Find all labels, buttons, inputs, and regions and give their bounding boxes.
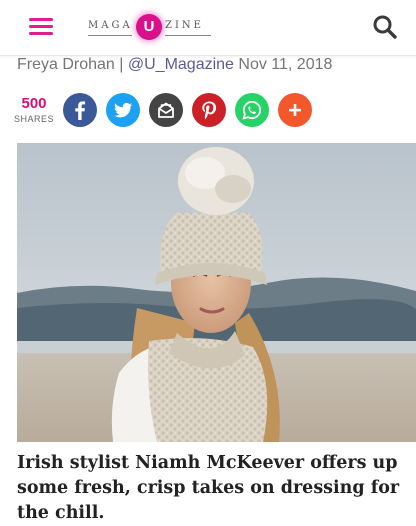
top-navigation-bar: MAGA U ZINE xyxy=(0,0,416,56)
pinterest-icon xyxy=(202,101,217,120)
whatsapp-icon xyxy=(242,100,262,120)
email-share-button[interactable] xyxy=(149,93,183,127)
logo-u-badge: U xyxy=(136,14,162,40)
whatsapp-share-button[interactable] xyxy=(235,93,269,127)
site-logo[interactable]: MAGA U ZINE xyxy=(88,13,212,41)
publish-date: Nov 11, 2018 xyxy=(238,56,333,73)
facebook-icon xyxy=(75,101,86,120)
article-hero-image xyxy=(17,143,416,442)
byline-separator: | xyxy=(114,56,128,73)
search-icon[interactable] xyxy=(372,14,398,40)
article-byline: Freya Drohan | @U_Magazine Nov 11, 2018 xyxy=(17,56,412,78)
share-counter: 500 SHARES xyxy=(12,95,56,124)
logo-text-left: MAGA xyxy=(88,20,133,31)
twitter-bird-icon xyxy=(114,102,132,118)
article-headline[interactable]: Irish stylist Niamh McKeever offers up s… xyxy=(17,451,413,526)
share-count: 500 xyxy=(21,95,47,112)
share-count-label: SHARES xyxy=(13,114,54,124)
author-name[interactable]: Freya Drohan xyxy=(17,56,115,73)
logo-text-right: ZINE xyxy=(165,20,204,31)
plus-icon xyxy=(289,104,301,116)
pinterest-share-button[interactable] xyxy=(192,93,226,127)
twitter-handle-link[interactable]: @U_Magazine xyxy=(128,56,234,73)
logo-rule-left xyxy=(88,35,132,36)
model-in-knit-hat-photo xyxy=(17,143,416,442)
menu-line xyxy=(29,32,53,35)
hamburger-menu-icon[interactable] xyxy=(24,14,58,40)
twitter-share-button[interactable] xyxy=(106,93,140,127)
menu-line xyxy=(29,18,53,21)
more-share-button[interactable] xyxy=(278,93,312,127)
menu-line xyxy=(29,25,53,28)
facebook-share-button[interactable] xyxy=(63,93,97,127)
logo-rule-right xyxy=(165,35,211,36)
envelope-icon xyxy=(158,102,174,118)
